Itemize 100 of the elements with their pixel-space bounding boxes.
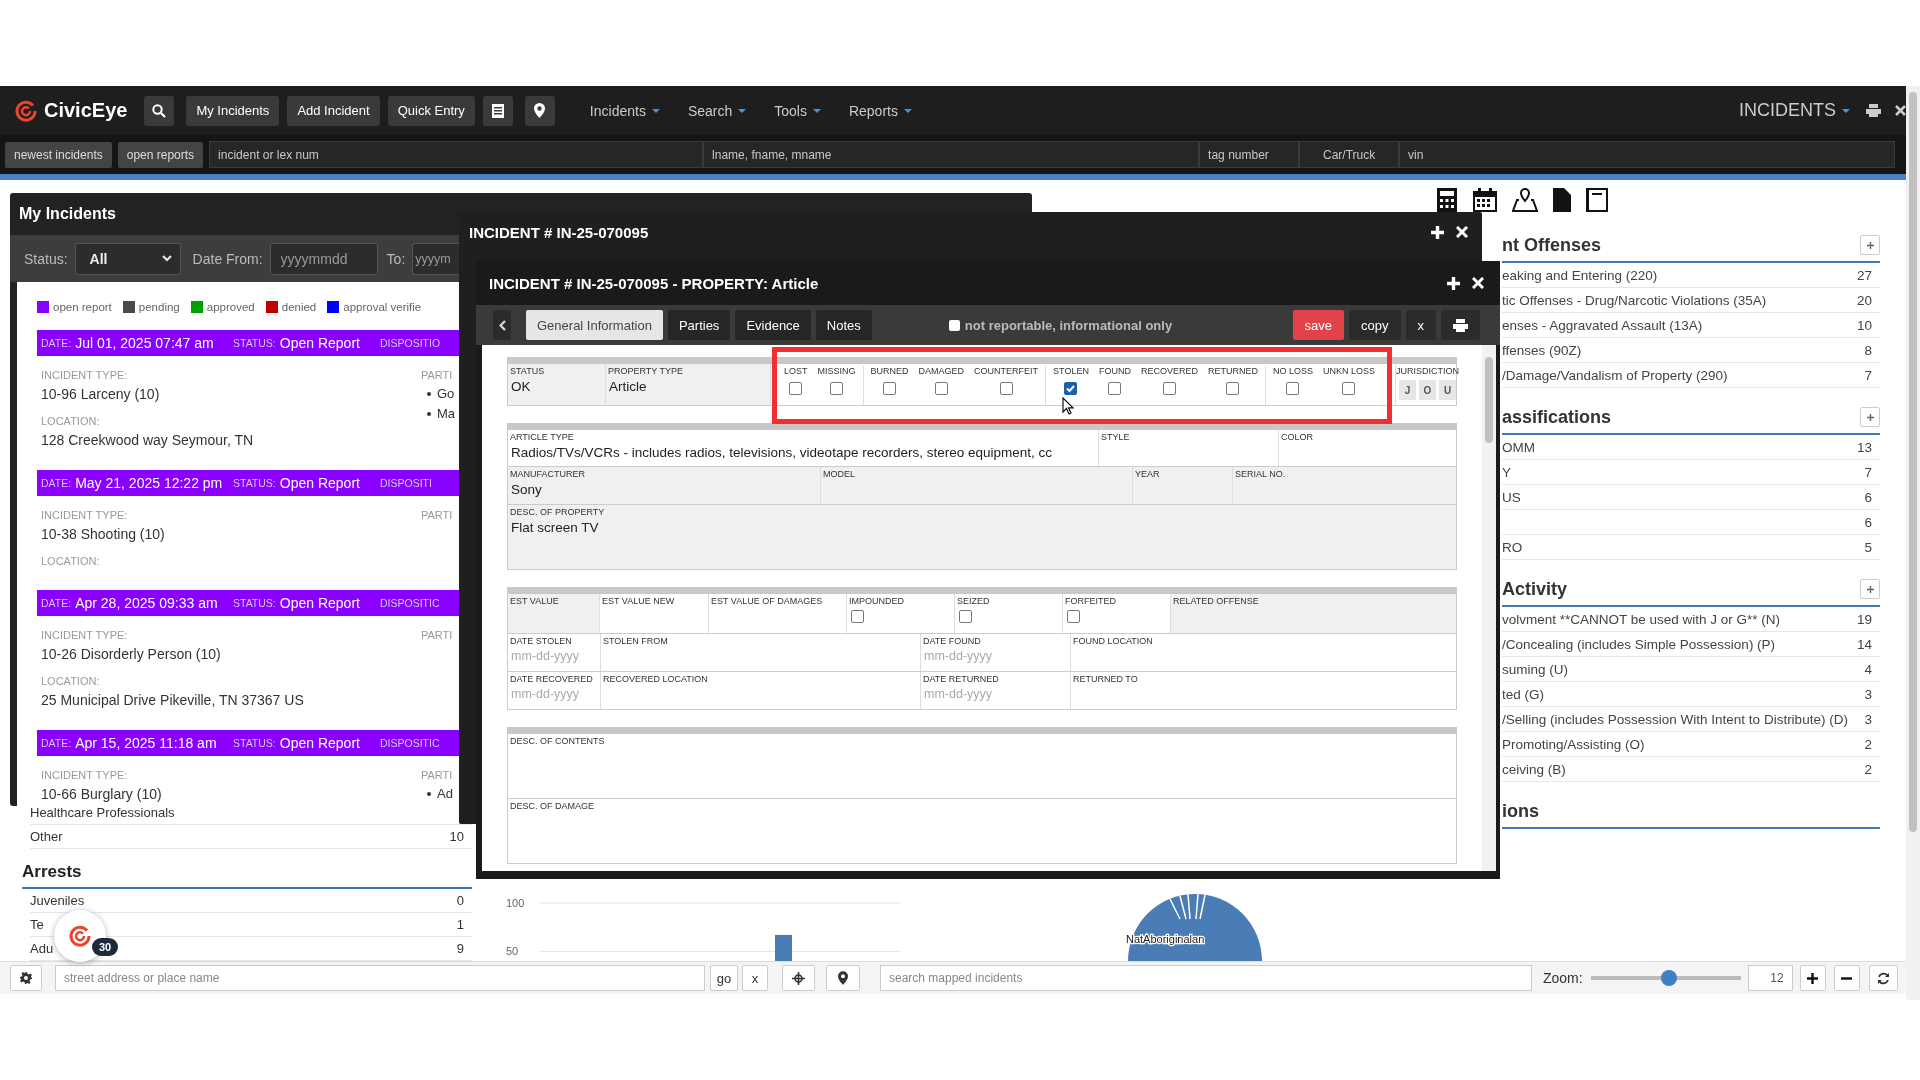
close-icon[interactable] bbox=[1895, 105, 1906, 116]
input-field[interactable]: Sony bbox=[510, 480, 818, 499]
search-field[interactable]: lname, fname, mname bbox=[703, 141, 1200, 168]
date-field[interactable]: yyyym bbox=[412, 242, 461, 275]
menu-item[interactable]: Incidents bbox=[589, 102, 660, 119]
action-button[interactable]: save bbox=[1292, 310, 1345, 340]
file-icon[interactable] bbox=[1553, 188, 1571, 212]
checkbox[interactable] bbox=[830, 382, 843, 395]
incident-header[interactable]: DATE: Apr 28, 2025 09:33 am STATUS: Open Report DISPOSITIC bbox=[37, 590, 459, 616]
scrollbar-thumb[interactable] bbox=[1485, 357, 1493, 443]
checkbox[interactable] bbox=[948, 319, 960, 331]
action-button[interactable]: x bbox=[1405, 310, 1436, 340]
field-label: STATUS: bbox=[233, 337, 276, 349]
zoom-level-field[interactable]: 12 bbox=[1747, 965, 1793, 991]
tab[interactable]: Parties bbox=[667, 310, 731, 340]
address-field[interactable]: street address or place name bbox=[55, 965, 705, 991]
menu-item[interactable]: Reports bbox=[848, 102, 912, 119]
checkbox[interactable] bbox=[1064, 382, 1078, 395]
tab[interactable]: Notes bbox=[815, 310, 872, 340]
search-field[interactable]: vin bbox=[1399, 141, 1896, 168]
book-icon[interactable] bbox=[1586, 188, 1608, 212]
date-field[interactable]: mm-dd-yyyy bbox=[923, 685, 1015, 703]
date-field[interactable]: mm-dd-yyyy bbox=[510, 647, 602, 665]
tab[interactable]: General Information bbox=[526, 310, 663, 340]
menu-item[interactable]: Search bbox=[687, 102, 747, 119]
checkbox[interactable] bbox=[851, 610, 864, 623]
slider-thumb[interactable] bbox=[1660, 970, 1677, 986]
checkbox[interactable] bbox=[789, 382, 803, 395]
incident-header[interactable]: DATE: Apr 15, 2025 11:18 am STATUS: Open Report DISPOSITIC bbox=[37, 730, 459, 756]
search-field[interactable]: Car/Truck bbox=[1299, 141, 1400, 168]
add-button[interactable] bbox=[1860, 235, 1880, 255]
add-button[interactable] bbox=[1860, 579, 1880, 599]
print-button[interactable] bbox=[1441, 310, 1480, 340]
locate-button[interactable] bbox=[782, 965, 815, 991]
date-field[interactable]: mm-dd-yyyy bbox=[510, 685, 602, 703]
calendar-icon[interactable] bbox=[1473, 188, 1497, 212]
field-label: PARTI bbox=[421, 768, 454, 783]
checkbox[interactable] bbox=[1162, 382, 1176, 395]
tab[interactable]: Evidence bbox=[735, 310, 811, 340]
zoom-out-button[interactable] bbox=[1833, 965, 1860, 991]
legend-label: approved bbox=[206, 301, 255, 313]
field-label: RETURNED TO bbox=[1073, 674, 1139, 685]
incident-header[interactable]: DATE: Jul 01, 2025 07:47 am STATUS: Open Report DISPOSITIO bbox=[37, 330, 459, 356]
pin-icon bbox=[534, 103, 546, 118]
scrollbar-thumb[interactable] bbox=[1909, 92, 1917, 832]
checkbox[interactable] bbox=[999, 382, 1013, 395]
input-field[interactable]: Flat screen TV bbox=[510, 518, 1454, 537]
field-label: DESC. OF CONTENTS bbox=[510, 736, 606, 747]
checkbox[interactable] bbox=[1342, 382, 1356, 395]
checkbox[interactable] bbox=[1067, 610, 1080, 623]
nav-button[interactable]: Quick Entry bbox=[387, 95, 475, 126]
row-count: 0 bbox=[456, 893, 464, 908]
checkbox[interactable] bbox=[1286, 382, 1300, 395]
date-field[interactable]: yyyymmdd bbox=[269, 242, 378, 275]
back-button[interactable] bbox=[493, 310, 511, 340]
map-pin-icon[interactable] bbox=[1512, 188, 1538, 212]
module-menu[interactable]: INCIDENTS bbox=[1739, 100, 1850, 121]
print-icon[interactable] bbox=[1866, 104, 1881, 117]
scrollbar[interactable] bbox=[1482, 345, 1496, 871]
app-logo[interactable]: CivicEye bbox=[14, 98, 128, 123]
checkbox[interactable] bbox=[934, 382, 948, 395]
jurisdiction-button[interactable]: J bbox=[1399, 380, 1416, 400]
filter-button[interactable]: newest incidents bbox=[5, 141, 112, 168]
pin-button[interactable] bbox=[826, 965, 860, 991]
search-field[interactable]: tag number bbox=[1199, 141, 1300, 168]
checkbox[interactable] bbox=[883, 382, 897, 395]
search-field[interactable]: incident or lex num bbox=[209, 141, 704, 168]
zoom-in-button[interactable] bbox=[1799, 965, 1826, 991]
checkbox[interactable] bbox=[1108, 382, 1122, 395]
row-count: 14 bbox=[1856, 636, 1872, 652]
jurisdiction-button[interactable]: U bbox=[1439, 380, 1456, 400]
nav-button[interactable]: My Incidents bbox=[186, 95, 280, 126]
status-select[interactable]: All bbox=[74, 242, 181, 275]
incident-header[interactable]: DATE: May 21, 2025 12:22 pm STATUS: Open Report DISPOSITI bbox=[37, 470, 459, 496]
checkbox[interactable] bbox=[1226, 382, 1240, 395]
location-button[interactable] bbox=[524, 95, 555, 126]
row-count: 4 bbox=[1864, 661, 1872, 677]
checkbox[interactable] bbox=[959, 610, 972, 623]
scrollbar[interactable] bbox=[1906, 86, 1920, 1000]
go-button[interactable]: go bbox=[710, 965, 738, 991]
nav-button[interactable]: Add Incident bbox=[287, 95, 380, 126]
input-field[interactable]: Radios/TVs/VCRs - includes radios, televisions, videotape recorders, stereo equipment, cc bbox=[510, 443, 1096, 462]
menu-item[interactable]: Tools bbox=[774, 102, 821, 119]
field-label: INCIDENT TYPE: bbox=[41, 508, 129, 523]
refresh-button[interactable] bbox=[1868, 965, 1898, 991]
list-button[interactable] bbox=[482, 95, 513, 126]
action-button[interactable]: copy bbox=[1349, 310, 1401, 340]
clear-button[interactable]: x bbox=[742, 965, 768, 991]
input-field[interactable]: OK bbox=[510, 377, 603, 396]
settings-button[interactable] bbox=[10, 965, 42, 991]
field-label: PARTI bbox=[421, 628, 454, 643]
plus-icon[interactable] bbox=[1447, 276, 1460, 290]
date-field[interactable]: mm-dd-yyyy bbox=[923, 647, 1015, 665]
add-button[interactable] bbox=[1860, 407, 1880, 427]
input-field[interactable]: Article bbox=[608, 377, 768, 396]
jurisdiction-button[interactable]: O bbox=[1419, 380, 1436, 400]
plus-icon[interactable] bbox=[1431, 225, 1444, 239]
calculator-icon[interactable] bbox=[1436, 188, 1458, 212]
filter-button[interactable]: open reports bbox=[117, 141, 204, 168]
search-button[interactable] bbox=[144, 95, 175, 126]
